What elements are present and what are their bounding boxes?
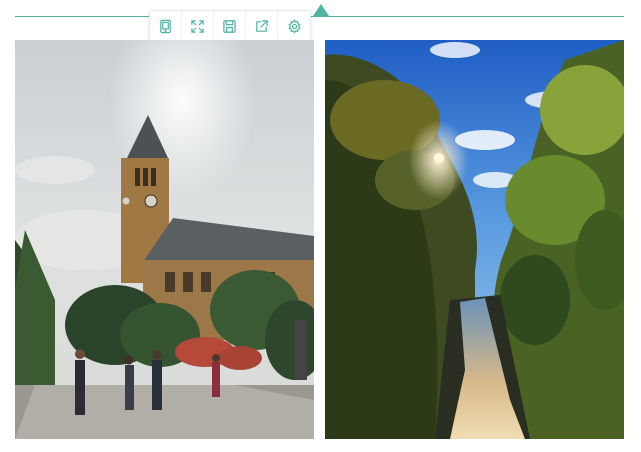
image-toolbar xyxy=(149,10,311,42)
tablet-icon xyxy=(160,19,171,33)
image-editor-canvas xyxy=(0,0,641,452)
photo-illustration xyxy=(15,40,314,439)
share-button[interactable] xyxy=(246,11,278,41)
clock-tower-campus-photo[interactable] xyxy=(15,40,314,439)
settings-button[interactable] xyxy=(278,11,310,41)
separator-line xyxy=(15,16,624,17)
share-icon xyxy=(256,19,268,32)
fullscreen-button[interactable] xyxy=(182,11,214,41)
device-view-button[interactable] xyxy=(150,11,182,41)
insert-caret-marker[interactable] xyxy=(313,4,329,16)
save-button[interactable] xyxy=(214,11,246,41)
gorge-waterfall-autumn-photo[interactable] xyxy=(325,40,624,439)
fullscreen-icon xyxy=(191,19,204,33)
photo-illustration xyxy=(325,40,624,439)
settings-icon xyxy=(287,18,301,34)
save-icon xyxy=(223,19,236,33)
